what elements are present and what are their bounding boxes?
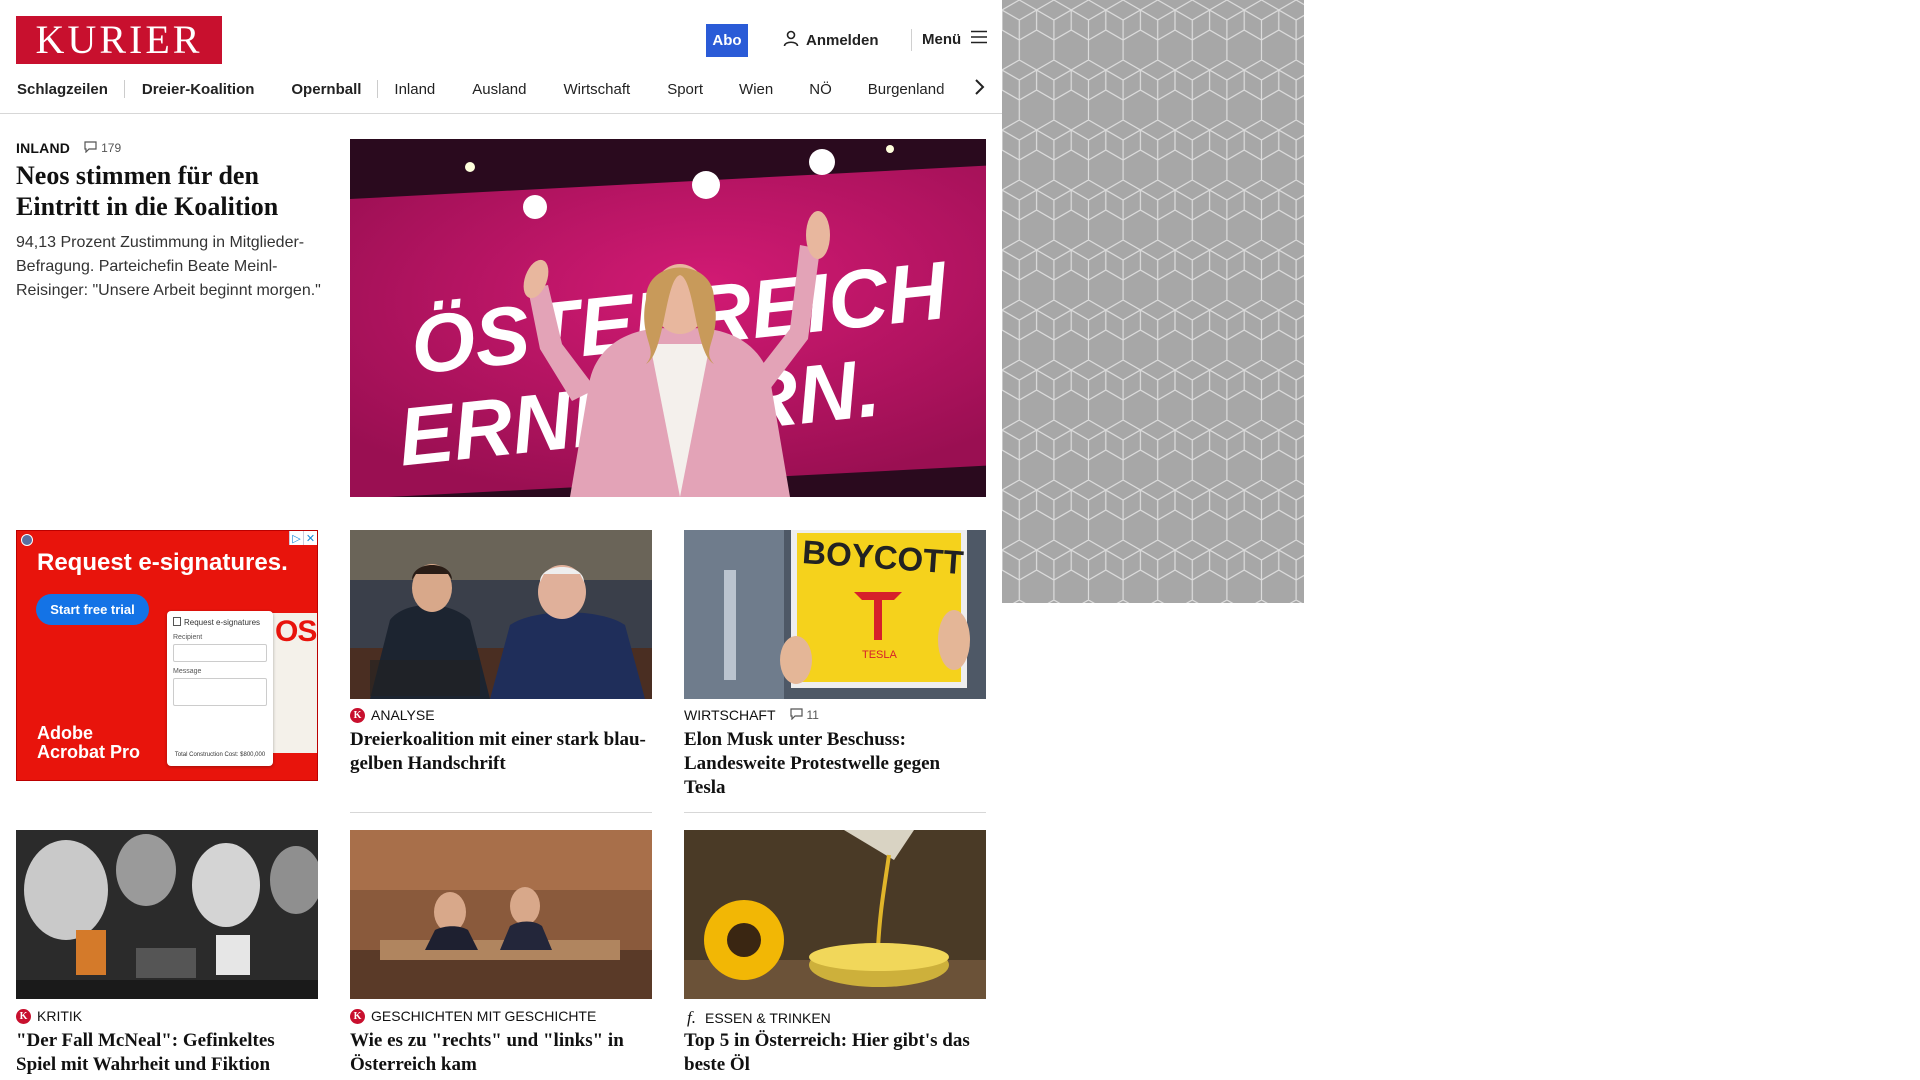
article-headline[interactable]: Top 5 in Österreich: Hier gibt's das bes… (684, 1029, 986, 1077)
ad-brand: Adobe Acrobat Pro (37, 724, 140, 762)
article-image-tesla[interactable]: BOYCOTT TESLA (684, 530, 986, 699)
ad-form-card: Request e-signatures Recipient Message T… (167, 611, 273, 766)
section-nav: Schlagzeilen Dreier-Koalition Opernball … (17, 78, 997, 100)
close-icon[interactable]: ✕ (303, 531, 317, 545)
ad-recipient-field (173, 644, 267, 662)
nav-item-opernball[interactable]: Opernball (291, 81, 361, 98)
article-image-graphic (16, 830, 318, 999)
comment-icon (789, 707, 803, 723)
nav-item-dreier-koalition[interactable]: Dreier-Koalition (142, 81, 255, 98)
nav-divider (123, 80, 125, 98)
article-image-graphic: BOYCOTT TESLA (684, 530, 986, 699)
login-button[interactable]: Anmelden (783, 30, 879, 51)
article-image-graphic (684, 830, 986, 999)
ad-brand-line-1: Adobe (37, 723, 93, 743)
nav-item-noe[interactable]: NÖ (809, 81, 832, 98)
nav-item-wien[interactable]: Wien (739, 81, 773, 98)
card-divider (684, 812, 986, 813)
kurier-k-icon: K (350, 1008, 365, 1024)
ad-card-heading-text: Request e-signatures (184, 618, 261, 627)
lead-comment-count: 179 (101, 141, 122, 155)
article-image-graphic (350, 530, 652, 699)
lead-tag[interactable]: INLAND (16, 140, 70, 156)
article-comments[interactable]: 11 (789, 707, 819, 723)
lead-image[interactable]: ÖSTERREICH ERNEUERN. (350, 139, 986, 497)
lead-comments[interactable]: 179 (84, 140, 122, 156)
lead-meta: INLAND 179 (16, 140, 121, 156)
article-headline[interactable]: Wie es zu "rechts" und "links" in Österr… (350, 1029, 652, 1077)
article-meta: f. ESSEN & TRINKEN (684, 1008, 831, 1028)
chevron-right-icon (973, 79, 985, 100)
article-image-graphic (350, 830, 652, 999)
hexagon-pattern (1002, 0, 1304, 603)
ad-banner[interactable]: ▷ ✕ Request e-signatures. Start free tri… (16, 530, 318, 781)
menu-label: Menü (922, 30, 962, 48)
ad-badge-icon (21, 534, 33, 546)
comment-icon (84, 140, 97, 156)
document-icon (173, 617, 181, 628)
ad-info-icon[interactable]: ▷ (289, 531, 303, 545)
article-image-oel[interactable] (684, 830, 986, 999)
article-image-parlament[interactable] (350, 830, 652, 999)
ad-choices[interactable]: ▷ ✕ (289, 531, 317, 545)
abo-button[interactable]: Abo (706, 24, 748, 57)
article-meta: WIRTSCHAFT 11 (684, 707, 819, 723)
ad-brand-line-2: Acrobat Pro (37, 742, 141, 762)
ad-card-heading: Request e-signatures (173, 617, 267, 628)
header-divider (911, 29, 912, 51)
article-meta: K KRITIK (16, 1008, 82, 1024)
lead-headline[interactable]: Neos stimmen für den Eintritt in die Koa… (16, 160, 326, 222)
lead-image-graphic: ÖSTERREICH ERNEUERN. (350, 139, 986, 497)
article-tag[interactable]: ESSEN & TRINKEN (705, 1010, 831, 1026)
article-tag[interactable]: WIRTSCHAFT (684, 707, 776, 723)
login-label: Anmelden (806, 32, 879, 49)
ad-total-label: Total Construction Cost: $800,000 (174, 752, 266, 758)
kurier-logo[interactable]: KURIER (16, 16, 222, 64)
article-tag[interactable]: ANALYSE (371, 707, 435, 723)
ad-message-label: Message (173, 668, 202, 675)
ad-recipient-label: Recipient (173, 634, 203, 641)
article-headline[interactable]: "Der Fall McNeal": Gefinkeltes Spiel mit… (16, 1029, 318, 1077)
article-image-dreierkoalition[interactable] (350, 530, 652, 699)
ad-cta-button[interactable]: Start free trial (36, 594, 149, 625)
tesla-image-brand-text: TESLA (862, 649, 898, 661)
nav-item-inland[interactable]: Inland (394, 81, 435, 98)
nav-item-wirtschaft[interactable]: Wirtschaft (564, 81, 631, 98)
card-divider (350, 812, 652, 813)
kurier-k-icon: K (16, 1008, 31, 1024)
nav-item-schlagzeilen[interactable]: Schlagzeilen (17, 81, 108, 98)
nav-item-ausland[interactable]: Ausland (472, 81, 526, 98)
article-image-mcneal[interactable] (16, 830, 318, 999)
nav-fade (940, 74, 1000, 104)
freizeit-f-icon: f. (687, 1008, 696, 1027)
nav-divider (377, 80, 379, 98)
nav-item-burgenland[interactable]: Burgenland (868, 81, 945, 98)
lead-teaser: 94,13 Prozent Zustimmung in Mitglieder-B… (16, 234, 321, 299)
side-ad-background (1002, 0, 1304, 603)
kurier-k-icon: K (350, 707, 365, 723)
article-meta: K GESCHICHTEN MIT GESCHICHTE (350, 1008, 596, 1024)
ad-document-word: OSAL (275, 615, 317, 648)
hamburger-icon (971, 30, 988, 48)
article-tag[interactable]: GESCHICHTEN MIT GESCHICHTE (371, 1008, 596, 1024)
menu-button[interactable]: Menü (922, 30, 988, 48)
article-meta: K ANALYSE (350, 707, 435, 723)
article-headline[interactable]: Dreierkoalition mit einer stark blau-gel… (350, 728, 652, 776)
ad-title: Request e-signatures. (37, 549, 288, 576)
article-comment-count: 11 (806, 708, 819, 722)
article-headline[interactable]: Elon Musk unter Beschuss: Landesweite Pr… (684, 728, 986, 800)
article-tag[interactable]: KRITIK (37, 1008, 82, 1024)
nav-item-sport[interactable]: Sport (667, 81, 703, 98)
ad-message-field (173, 678, 267, 706)
user-icon (783, 30, 799, 51)
nav-scroll-right-button[interactable] (973, 78, 985, 101)
site-header: KURIER Abo Anmelden Menü Schlagzeilen Dr… (0, 0, 1002, 114)
